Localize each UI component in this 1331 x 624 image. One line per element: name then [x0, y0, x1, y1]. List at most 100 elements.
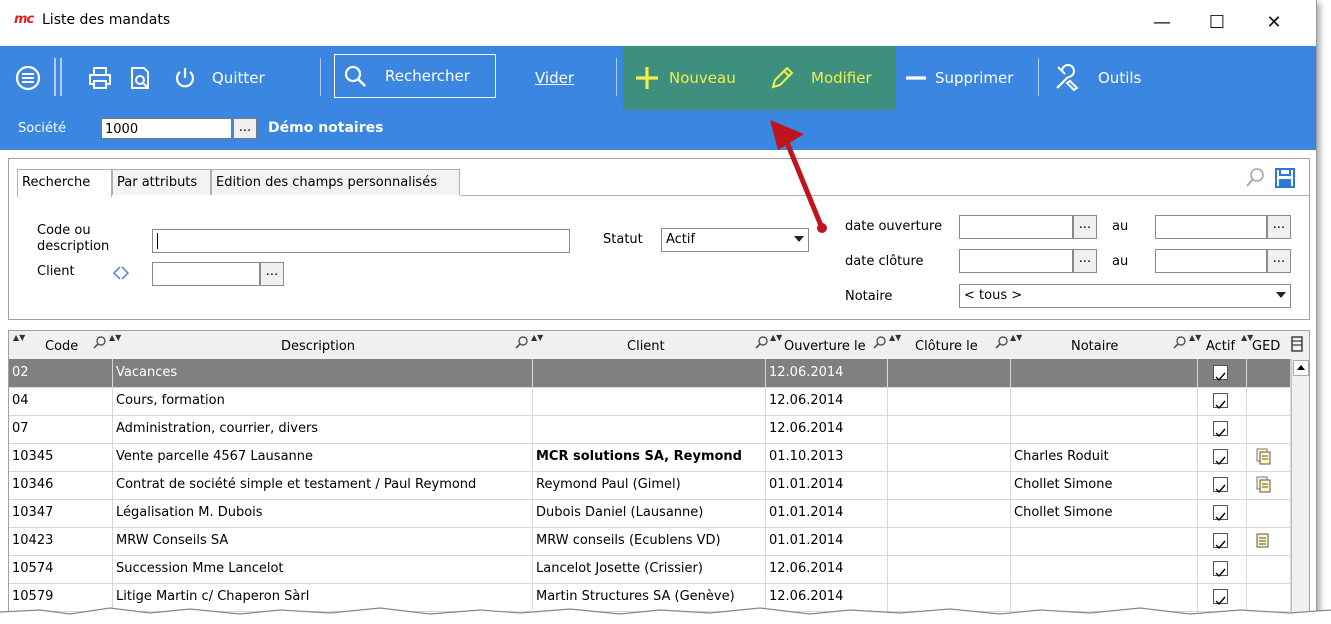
cell-notary — [1011, 387, 1198, 415]
table-row[interactable]: 10423 MRW Conseils SA MRW conseils (Ecuble… — [9, 527, 1291, 556]
column-notary[interactable]: Notaire — [1071, 331, 1118, 359]
search-button[interactable]: Rechercher — [334, 54, 496, 98]
code-description-input[interactable] — [152, 229, 570, 253]
quit-button[interactable]: Quitter — [172, 46, 265, 110]
vertical-scrollbar[interactable] — [1291, 359, 1309, 614]
cell-notary — [1011, 555, 1198, 583]
sort-icon[interactable]: ▲▼ — [531, 333, 543, 342]
documents-icon[interactable] — [1256, 476, 1272, 499]
cell-closed — [888, 387, 1011, 415]
delete-button[interactable]: Supprimer — [904, 46, 1013, 110]
table-row[interactable]: 10346 Contrat de société simple et testam… — [9, 471, 1291, 500]
open-date-to-label: au — [1112, 219, 1129, 234]
filter-search-icon[interactable] — [93, 335, 107, 353]
sort-icon[interactable]: ▲▼ — [109, 333, 121, 342]
cell-code: 10574 — [9, 555, 113, 583]
close-date-from-button[interactable]: ... — [1073, 249, 1097, 273]
active-checkbox[interactable] — [1213, 393, 1228, 410]
table-row[interactable]: 04 Cours, formation 12.06.2014 — [9, 387, 1291, 416]
cell-closed — [888, 471, 1011, 499]
tab-champs-personnalises[interactable]: Edition des champs personnalisés — [211, 169, 460, 195]
new-button[interactable]: Nouveau — [633, 46, 736, 110]
filter-search-icon[interactable] — [755, 335, 769, 353]
menu-button[interactable] — [14, 46, 42, 110]
sort-icon[interactable]: ▲▼ — [770, 333, 782, 342]
open-date-from-button[interactable]: ... — [1073, 215, 1097, 239]
table-row[interactable]: 10574 Succession Mme Lancelot Lancelot Jos… — [9, 555, 1291, 584]
column-code[interactable]: Code — [45, 331, 78, 359]
cell-description: Administration, courrier, divers — [113, 415, 533, 443]
close-button[interactable]: ✕ — [1252, 8, 1296, 38]
edit-button[interactable]: Modifier — [769, 46, 872, 110]
document-icon[interactable] — [1256, 532, 1270, 555]
table-row[interactable]: 10347 Légalisation M. Dubois Dubois Daniel… — [9, 499, 1291, 528]
table-row[interactable]: 07 Administration, courrier, divers 12.06.… — [9, 415, 1291, 444]
cell-ged — [1247, 471, 1291, 499]
open-date-to-button[interactable]: ... — [1267, 215, 1291, 239]
client-input[interactable] — [152, 262, 260, 286]
open-date-to-input[interactable] — [1155, 215, 1267, 239]
filter-search-icon[interactable] — [995, 335, 1009, 353]
scroll-up-button[interactable] — [1293, 360, 1309, 376]
cell-active — [1198, 527, 1247, 555]
active-checkbox[interactable] — [1213, 505, 1228, 522]
cell-ged — [1247, 387, 1291, 415]
minimize-button[interactable]: — — [1140, 8, 1184, 38]
active-checkbox[interactable] — [1213, 589, 1228, 606]
main-window: mc Liste des mandats — ☐ ✕ Quitter Reche… — [0, 0, 1317, 615]
filter-search-icon[interactable] — [515, 335, 529, 353]
cell-client: Reymond Paul (Gimel) — [533, 471, 766, 499]
print-button[interactable] — [86, 46, 114, 110]
active-checkbox[interactable] — [1213, 421, 1228, 438]
column-ged[interactable]: GED — [1252, 331, 1280, 359]
sort-icon[interactable]: ▲▼ — [1010, 333, 1022, 342]
close-date-to-button[interactable]: ... — [1267, 249, 1291, 273]
save-icon[interactable] — [1274, 167, 1296, 189]
delete-label: Supprimer — [935, 69, 1014, 87]
filter-search-icon[interactable] — [1173, 335, 1187, 353]
column-description[interactable]: Description — [281, 331, 355, 359]
client-lookup-button[interactable]: ... — [260, 262, 284, 286]
cell-ged — [1247, 415, 1291, 443]
chevron-down-icon — [1276, 292, 1286, 298]
column-chooser-icon[interactable] — [1291, 336, 1303, 356]
cell-description: Légalisation M. Dubois — [113, 499, 533, 527]
active-checkbox[interactable] — [1213, 365, 1228, 382]
cell-description: Succession Mme Lancelot — [113, 555, 533, 583]
society-input[interactable]: 1000 — [101, 118, 232, 139]
active-checkbox[interactable] — [1213, 449, 1228, 466]
sort-icon[interactable]: ▲▼ — [13, 333, 25, 342]
table-row[interactable]: 10345 Vente parcelle 4567 Lausanne MCR sol… — [9, 443, 1291, 472]
sort-icon[interactable]: ▲▼ — [889, 333, 901, 342]
active-checkbox[interactable] — [1213, 561, 1228, 578]
table-row[interactable]: 02 Vacances 12.06.2014 — [9, 359, 1291, 388]
cell-description: Vente parcelle 4567 Lausanne — [113, 443, 533, 471]
notary-select[interactable]: < tous > — [959, 284, 1291, 308]
tab-recherche[interactable]: Recherche — [17, 169, 112, 197]
maximize-button[interactable]: ☐ — [1195, 8, 1239, 38]
society-lookup-button[interactable]: ... — [233, 118, 257, 139]
active-checkbox[interactable] — [1213, 533, 1228, 550]
column-active[interactable]: Actif — [1206, 331, 1235, 359]
filter-search-icon[interactable] — [873, 335, 887, 353]
zoom-icon[interactable] — [1245, 167, 1265, 189]
sort-icon[interactable]: ▲▼ — [1189, 333, 1201, 342]
clear-button[interactable]: Vider — [535, 46, 574, 110]
left-right-arrows-icon[interactable] — [112, 265, 130, 281]
active-checkbox[interactable] — [1213, 477, 1228, 494]
open-date-from-input[interactable] — [959, 215, 1073, 239]
search-panel: Recherche Par attributs Edition des cham… — [8, 158, 1310, 320]
cell-opened: 01.01.2014 — [766, 499, 888, 527]
close-date-to-input[interactable] — [1155, 249, 1267, 273]
tab-par-attributs[interactable]: Par attributs — [112, 169, 211, 195]
preview-button[interactable] — [126, 46, 154, 110]
cell-client — [533, 359, 766, 387]
tools-label: Outils — [1098, 69, 1142, 87]
close-date-from-input[interactable] — [959, 249, 1073, 273]
toolbar-separator — [1038, 58, 1039, 96]
column-closed[interactable]: Clôture le — [915, 331, 978, 359]
column-opened[interactable]: Ouverture le — [784, 331, 866, 359]
documents-icon[interactable] — [1256, 448, 1272, 471]
column-client[interactable]: Client — [627, 331, 665, 359]
tools-button[interactable]: Outils — [1052, 46, 1141, 110]
